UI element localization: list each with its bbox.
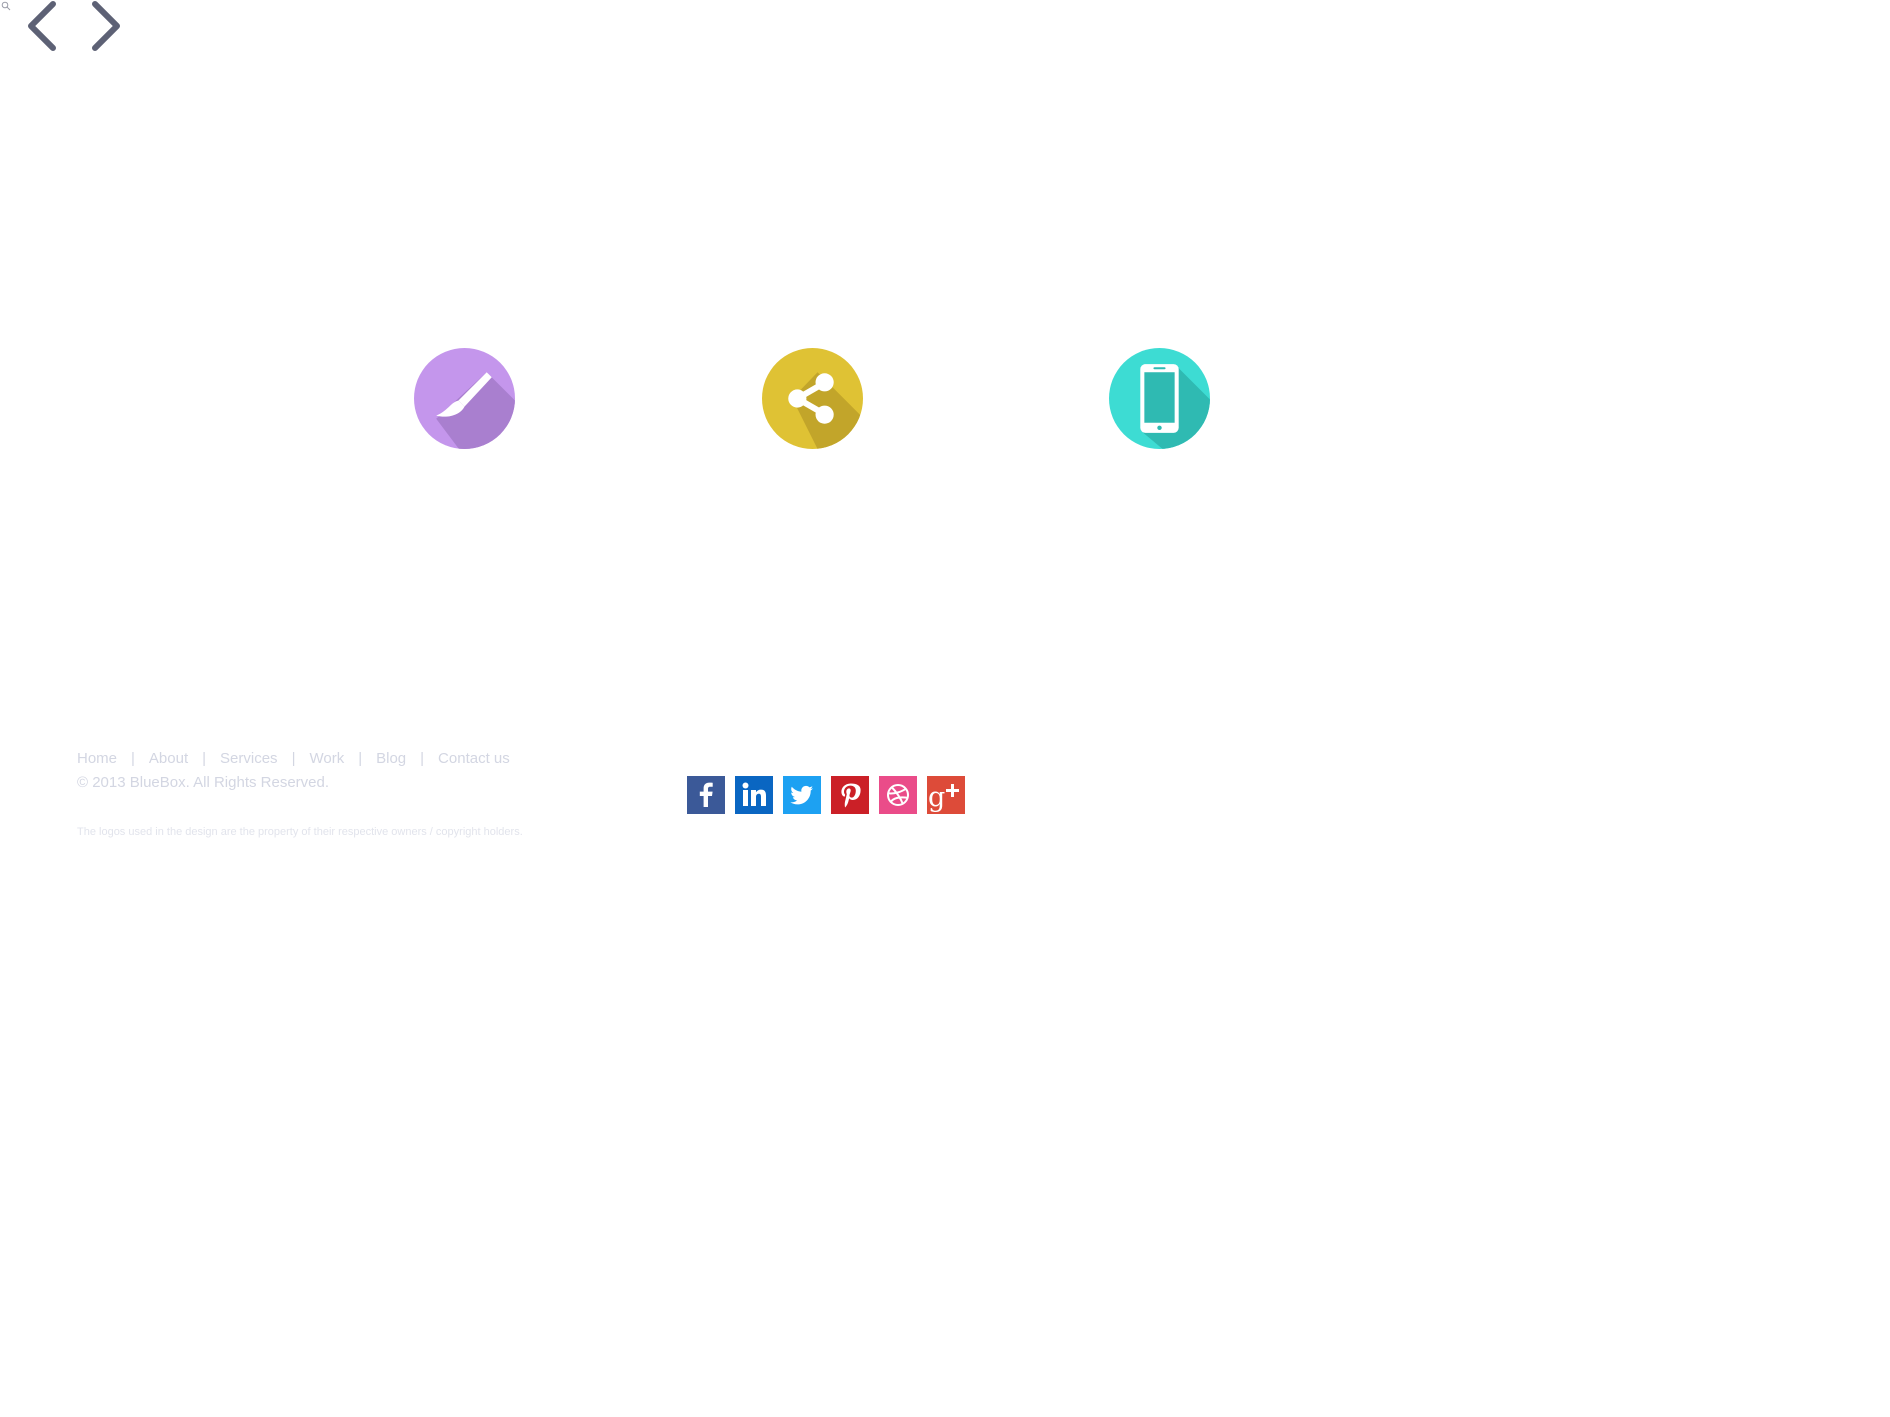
smartphone-icon	[1109, 348, 1210, 449]
twitter-icon[interactable]	[783, 776, 821, 814]
footer-link-work[interactable]: Work	[309, 750, 344, 767]
footer-separator: |	[291, 750, 296, 767]
footer-link-contact[interactable]: Contact us	[438, 750, 510, 767]
footer-separator: |	[131, 750, 135, 767]
pinterest-icon[interactable]	[831, 776, 869, 814]
disclaimer-text: The logos used in the design are the pro…	[77, 826, 523, 838]
search-icon[interactable]	[1, 1, 11, 11]
google-plus-icon[interactable]: g	[927, 776, 965, 814]
copyright-text: © 2013 BlueBox. All Rights Reserved.	[77, 774, 330, 791]
page: Home | About | Services | Work | Blog | Contact us…	[0, 0, 1890, 1417]
footer-link-home[interactable]: Home	[77, 750, 117, 767]
footer-link-services[interactable]: Services	[220, 750, 278, 767]
footer-separator: |	[202, 750, 207, 767]
footer-link-about[interactable]: About	[149, 750, 188, 767]
footer-nav: Home | About | Services | Work | Blog | Contact us	[77, 750, 510, 767]
linkedin-icon[interactable]	[735, 776, 773, 814]
chevron-left-icon[interactable]	[22, 0, 66, 54]
footer-separator: |	[358, 750, 363, 767]
footer-link-blog[interactable]: Blog	[376, 750, 406, 767]
dribbble-icon[interactable]	[879, 776, 917, 814]
chevron-right-icon[interactable]	[82, 0, 126, 54]
svg-text:g: g	[928, 782, 945, 813]
paintbrush-icon	[414, 348, 515, 449]
facebook-icon[interactable]	[687, 776, 725, 814]
share-icon	[762, 348, 863, 449]
footer-separator: |	[420, 750, 425, 767]
